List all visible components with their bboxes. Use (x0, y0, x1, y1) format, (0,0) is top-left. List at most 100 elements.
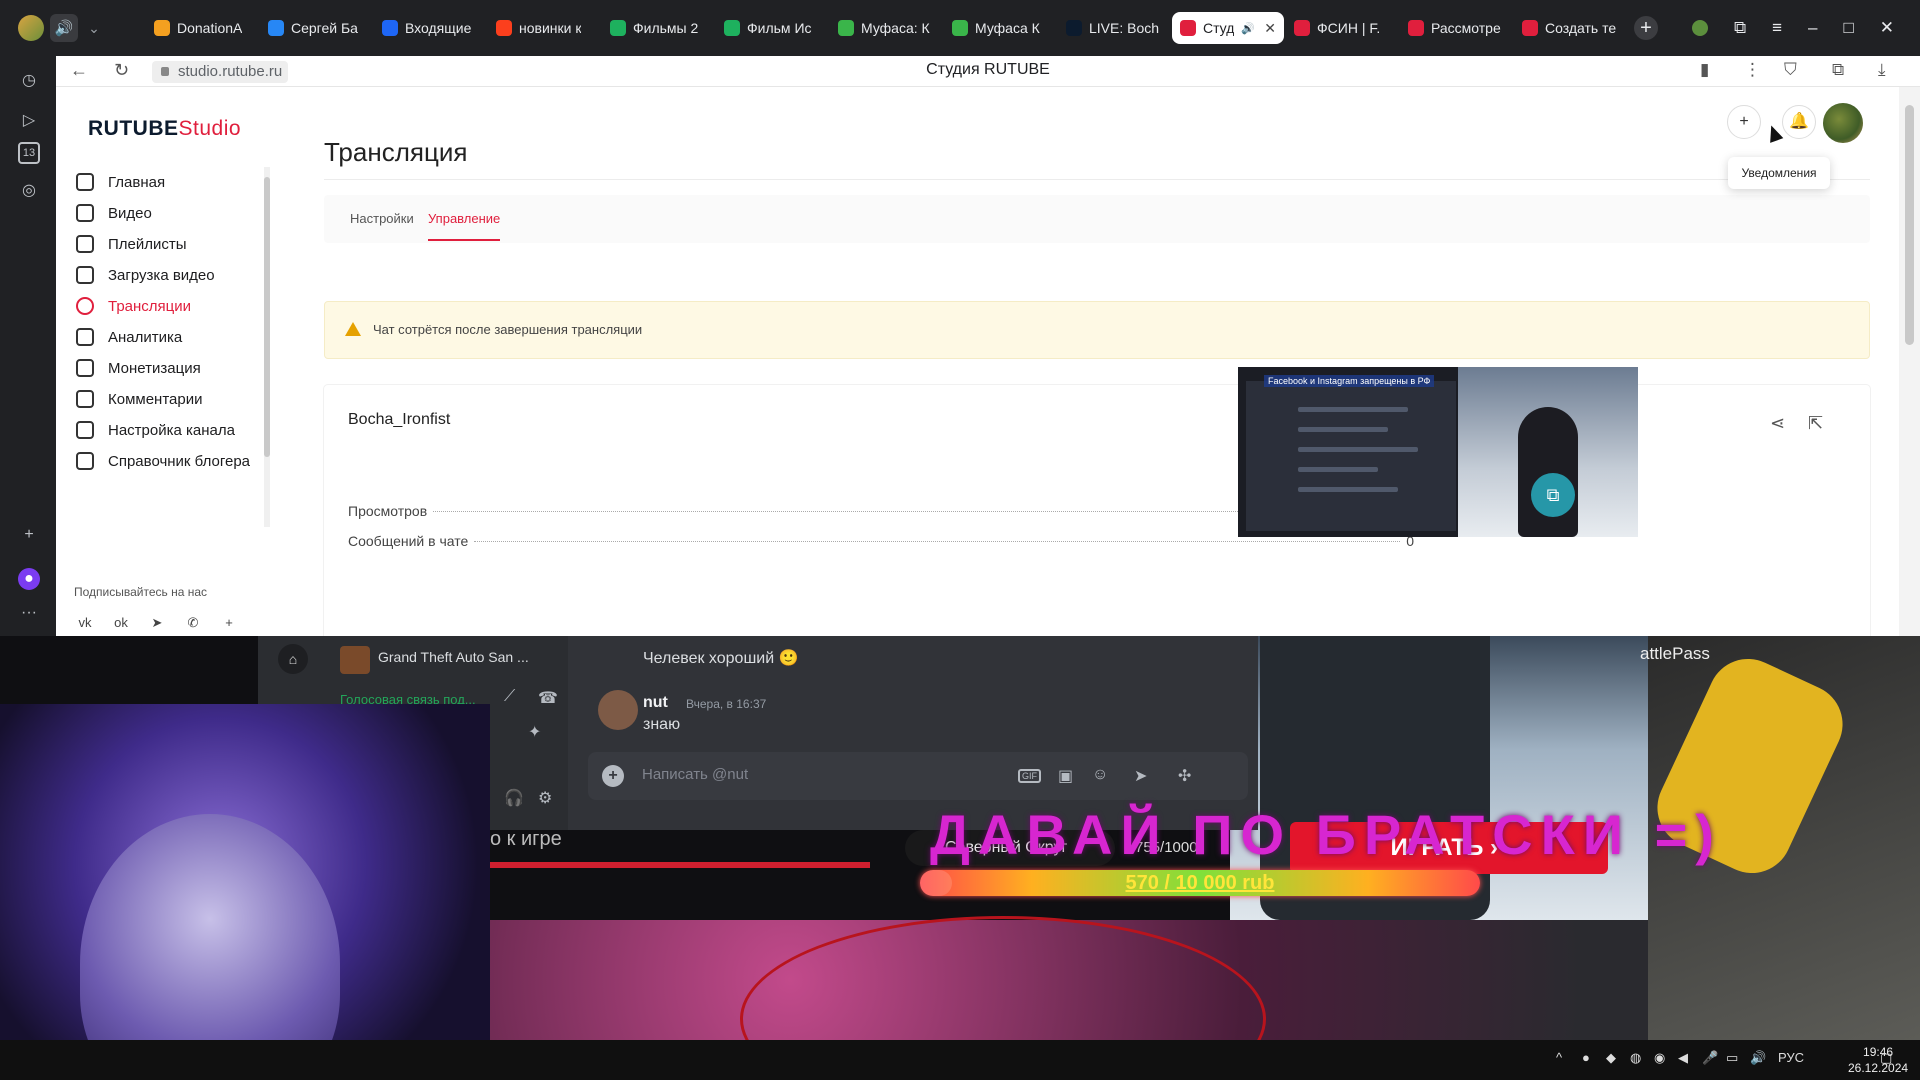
browser-tab[interactable]: LIVE: Boch (1058, 12, 1170, 44)
hangup-icon[interactable]: ☎ (538, 688, 558, 708)
share-icon[interactable]: ⋖ (1770, 413, 1785, 434)
add-icon[interactable]: + (18, 524, 40, 546)
nav-item[interactable]: Плейлисты (76, 229, 316, 259)
browser-tab[interactable]: Сергей Ба (260, 12, 372, 44)
gif-icon[interactable]: GIF (1018, 769, 1041, 783)
message-input[interactable]: + Написать @nut GIF ▣ ☺ ➤ ✣ (588, 752, 1248, 800)
kebab-icon[interactable]: ⋮ (1744, 60, 1761, 80)
attach-icon[interactable]: + (602, 765, 624, 787)
nav-item[interactable]: Настройка канала (76, 415, 316, 445)
camera-icon[interactable]: ◎ (18, 180, 40, 202)
mute-icon[interactable]: ⟋ (504, 688, 515, 706)
language-indicator[interactable]: РУС (1778, 1050, 1804, 1065)
telegram-icon[interactable]: ➤ (148, 615, 166, 633)
menu-icon[interactable]: ≡ (1772, 18, 1782, 38)
browser-tab[interactable]: Входящие (374, 12, 486, 44)
warning-icon (345, 322, 361, 336)
ok-icon[interactable]: ok (112, 615, 130, 633)
nav-item[interactable]: Комментарии (76, 384, 316, 414)
chat-message: Челевек хороший 🙂 (643, 650, 799, 667)
rutube-studio-logo[interactable]: RUTUBEStudio (88, 117, 241, 141)
browser-tab[interactable]: Фильмы 2 (602, 12, 714, 44)
stream-thumbnail[interactable]: Facebook и Instagram запрещены в РФ (1238, 367, 1638, 537)
page-scrollbar[interactable] (1899, 87, 1920, 636)
new-tab-button[interactable]: + (1634, 16, 1658, 40)
browser-tab[interactable]: Создать те (1514, 12, 1626, 44)
emoji-icon[interactable]: ☺ (1092, 766, 1108, 784)
chat-button[interactable]: ⧉ (1531, 473, 1575, 517)
more-icon[interactable]: ··· (18, 602, 40, 624)
tab-close-icon[interactable]: ✕ (1264, 20, 1276, 37)
avatar[interactable] (1823, 103, 1863, 143)
open-external-icon[interactable]: ⇱ (1808, 413, 1823, 434)
nav-scrollbar[interactable] (264, 167, 270, 527)
headset-icon[interactable]: 🎧 (504, 788, 524, 808)
browser-tab[interactable]: Муфаса: К (830, 12, 942, 44)
audio-icon[interactable]: 🔊 (50, 14, 78, 42)
extensions-icon[interactable]: ⧉ (1832, 60, 1844, 80)
messenger-icon[interactable]: ● (18, 568, 40, 590)
nav-item[interactable]: Видео (76, 198, 316, 228)
nav-item[interactable]: Справочник блогера (76, 446, 316, 476)
minimize-icon[interactable]: – (1808, 18, 1817, 38)
nav-item[interactable]: Аналитика (76, 322, 316, 352)
browser-tab[interactable]: Муфаса К (944, 12, 1056, 44)
sticker-icon[interactable]: ▣ (1058, 766, 1073, 786)
browser-tab[interactable]: Рассмотре (1400, 12, 1512, 44)
vk-icon[interactable]: vk (76, 615, 94, 633)
notifications-icon[interactable]: ▢ (1880, 1050, 1892, 1066)
tray-app-icon[interactable]: ◀ (1678, 1050, 1688, 1066)
tray-chevron-icon[interactable]: ^ (1556, 1050, 1562, 1065)
tray-app-icon[interactable]: ◍ (1630, 1050, 1641, 1066)
bookmark-icon[interactable]: ⧉ (1734, 18, 1746, 38)
browser-tab[interactable]: ФСИН | F. (1286, 12, 1398, 44)
channel-name[interactable]: Bocha_Ironfist (348, 411, 450, 429)
stream-scene: attlePass ⌂ Grand Theft Auto San ... Гол… (0, 636, 1920, 1040)
extension-icon[interactable] (1691, 20, 1708, 36)
nav-item[interactable]: Главная (76, 167, 316, 197)
discord-home-icon[interactable]: ⌂ (278, 644, 308, 674)
browser-tab[interactable]: Фильм Ис (716, 12, 828, 44)
message-author[interactable]: nut (643, 694, 668, 712)
nav-item[interactable]: Монетизация (76, 353, 316, 383)
notifications-button[interactable]: 🔔 (1782, 105, 1816, 139)
clock[interactable]: 19:46 26.12.2024 (1848, 1044, 1908, 1076)
send-icon[interactable]: ➤ (1134, 766, 1147, 786)
network-icon[interactable]: ▭ (1726, 1050, 1738, 1066)
soundboard-icon[interactable]: ✦ (528, 722, 541, 742)
tray-app-icon[interactable]: ◆ (1606, 1050, 1616, 1066)
calendar-icon[interactable]: 13 (18, 142, 40, 164)
tab-title: Фильм Ис (747, 20, 812, 36)
stat-label: Сообщений в чате (348, 533, 469, 549)
microphone-icon[interactable]: 🎤 (1702, 1050, 1718, 1066)
tray-app-icon[interactable]: ● (1582, 1050, 1590, 1065)
tab-audio-icon[interactable]: 🔊 (1241, 22, 1255, 35)
viber-icon[interactable]: ✆ (184, 615, 202, 633)
tab-title: DonationA (177, 20, 243, 36)
tab-control[interactable]: Управление (428, 211, 501, 241)
browser-tab[interactable]: DonationA (146, 12, 258, 44)
more-social-icon[interactable]: + (220, 615, 238, 633)
avatar[interactable] (598, 690, 638, 730)
browser-tab[interactable]: Студ 🔊 ✕ (1172, 12, 1284, 44)
downloads-icon[interactable]: ⤓ (1878, 60, 1886, 80)
chevron-down-icon[interactable]: ⌄ (84, 20, 104, 37)
history-icon[interactable]: ◷ (18, 70, 40, 92)
bookmark-star-icon[interactable]: ▮ (1700, 60, 1709, 80)
add-content-button[interactable]: + (1727, 105, 1761, 139)
volume-icon[interactable]: 🔊 (1750, 1050, 1766, 1066)
nav-item[interactable]: Загрузка видео (76, 260, 316, 290)
apps-icon[interactable]: ✣ (1178, 766, 1191, 786)
tray-app-icon[interactable]: ◉ (1654, 1050, 1665, 1066)
tab-settings[interactable]: Настройки (350, 211, 414, 226)
close-icon[interactable]: ✕ (1880, 18, 1894, 38)
nav-item[interactable]: Трансляции (76, 291, 316, 321)
settings-icon[interactable]: ⚙ (538, 788, 552, 808)
profile-icon[interactable] (18, 15, 44, 41)
studio-page: RUTUBEStudio Главная Видео Плейлисты Загруз… (56, 87, 1899, 636)
maximize-icon[interactable]: □ (1843, 18, 1853, 38)
browser-tab[interactable]: новинки к (488, 12, 600, 44)
nav-item-label: Монетизация (108, 359, 201, 377)
shield-icon[interactable]: ⛉ (1784, 60, 1797, 80)
play-icon[interactable]: ▷ (18, 110, 40, 132)
